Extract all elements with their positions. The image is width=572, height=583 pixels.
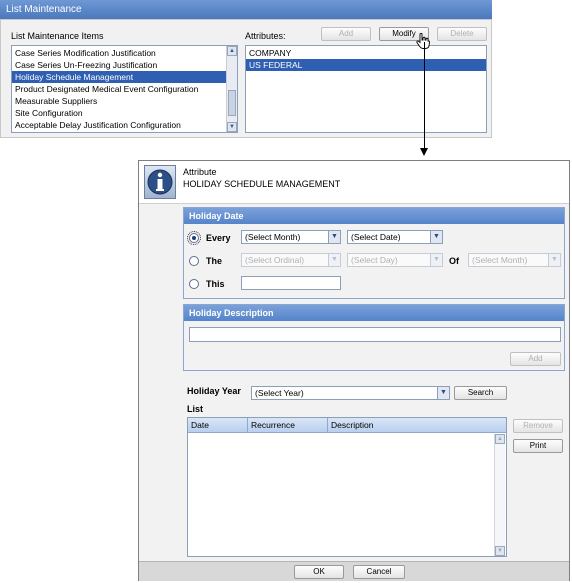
holiday-year-value: (Select Year)	[255, 388, 304, 398]
holiday-date-group: Holiday Date Every (Select Month) ▼ (Sel…	[183, 207, 565, 299]
attributes-label: Attributes:	[245, 31, 286, 41]
items-label: List Maintenance Items	[11, 31, 104, 41]
every-month-select[interactable]: (Select Month) ▼	[241, 230, 341, 244]
list-item[interactable]: Acceptable Delay Justification Configura…	[12, 119, 226, 131]
holiday-description-header: Holiday Description	[184, 305, 564, 321]
holiday-description-group: Holiday Description Add	[183, 304, 565, 371]
attribute-item[interactable]: US FEDERAL	[246, 59, 486, 71]
list-label: List	[187, 404, 204, 414]
of-label: Of	[449, 256, 459, 266]
holiday-description-input[interactable]	[189, 327, 561, 342]
remove-button[interactable]: Remove	[513, 419, 563, 433]
dialog-footer: OK Cancel	[139, 561, 569, 581]
the-month-value: (Select Month)	[472, 255, 528, 265]
ok-button[interactable]: OK	[294, 565, 344, 579]
the-radio[interactable]	[189, 256, 199, 266]
attribute-caption: Attribute	[183, 167, 217, 177]
add-description-button[interactable]: Add	[510, 352, 561, 366]
attribute-dialog: Attribute HOLIDAY SCHEDULE MANAGEMENT Ho…	[138, 160, 570, 581]
list-items-listbox[interactable]: Case Series Modification Justification C…	[11, 45, 238, 133]
list-item[interactable]: Case Series Modification Justification	[12, 47, 226, 59]
chevron-down-icon: ▼	[430, 254, 442, 266]
list-maintenance-panel: List Maintenance List Maintenance Items …	[0, 0, 492, 138]
connector-line	[424, 42, 425, 150]
list-item[interactable]: Measurable Suppliers	[12, 95, 226, 107]
the-ordinal-value: (Select Ordinal)	[245, 255, 305, 265]
search-button[interactable]: Search	[454, 386, 507, 400]
attribute-rows: COMPANY US FEDERAL	[246, 47, 486, 71]
scroll-down-icon[interactable]: ▼	[227, 122, 237, 132]
attributes-listbox[interactable]: COMPANY US FEDERAL	[245, 45, 487, 133]
column-header-date[interactable]: Date	[188, 418, 248, 432]
every-date-value: (Select Date)	[351, 232, 401, 242]
scroll-thumb[interactable]	[228, 90, 236, 116]
chevron-down-icon: ▼	[328, 254, 340, 266]
this-radio[interactable]	[189, 279, 199, 289]
panel-title: List Maintenance	[0, 0, 492, 19]
info-icon	[144, 165, 176, 199]
the-month-select[interactable]: (Select Month) ▼	[468, 253, 561, 267]
attribute-item[interactable]: COMPANY	[246, 47, 486, 59]
column-header-description[interactable]: Description	[328, 418, 506, 432]
this-date-input[interactable]	[241, 276, 341, 290]
every-date-select[interactable]: (Select Date) ▼	[347, 230, 443, 244]
holiday-year-label: Holiday Year	[187, 386, 241, 396]
arrow-down-icon	[420, 148, 428, 156]
dialog-header: Attribute HOLIDAY SCHEDULE MANAGEMENT	[139, 161, 569, 204]
chevron-down-icon: ▼	[437, 387, 449, 399]
cancel-button[interactable]: Cancel	[353, 565, 405, 579]
hand-cursor-icon	[416, 33, 430, 49]
this-label: This	[206, 279, 225, 289]
add-button[interactable]: Add	[321, 27, 371, 41]
list-item[interactable]: Holiday Schedule Management	[12, 71, 226, 83]
scroll-up-icon[interactable]: ▲	[227, 46, 237, 56]
grid-header: Date Recurrence Description	[188, 418, 506, 433]
grid-scrollbar[interactable]: ▲ ▼	[494, 434, 505, 556]
delete-button[interactable]: Delete	[437, 27, 487, 41]
list-item[interactable]: Case Series Un-Freezing Justification	[12, 59, 226, 71]
items-scrollbar[interactable]: ▲ ▼	[226, 46, 237, 132]
column-header-recurrence[interactable]: Recurrence	[248, 418, 328, 432]
list-item[interactable]: Product Designated Medical Event Configu…	[12, 83, 226, 95]
chevron-down-icon: ▼	[430, 231, 442, 243]
the-day-value: (Select Day)	[351, 255, 398, 265]
every-month-value: (Select Month)	[245, 232, 301, 242]
chevron-down-icon: ▼	[548, 254, 560, 266]
the-label: The	[206, 256, 223, 266]
scroll-up-icon[interactable]: ▲	[495, 434, 505, 444]
attribute-value: HOLIDAY SCHEDULE MANAGEMENT	[183, 179, 341, 189]
every-radio[interactable]	[187, 231, 201, 245]
holiday-date-header: Holiday Date	[184, 208, 564, 224]
the-day-select[interactable]: (Select Day) ▼	[347, 253, 443, 267]
print-button[interactable]: Print	[513, 439, 563, 453]
holiday-year-select[interactable]: (Select Year) ▼	[251, 386, 450, 400]
list-items-rows: Case Series Modification Justification C…	[12, 47, 226, 131]
scroll-down-icon[interactable]: ▼	[495, 546, 505, 556]
the-ordinal-select[interactable]: (Select Ordinal) ▼	[241, 253, 341, 267]
list-item[interactable]: Site Configuration	[12, 107, 226, 119]
every-label: Every	[206, 233, 231, 243]
chevron-down-icon: ▼	[328, 231, 340, 243]
holiday-list-grid[interactable]: Date Recurrence Description ▲ ▼	[187, 417, 507, 557]
